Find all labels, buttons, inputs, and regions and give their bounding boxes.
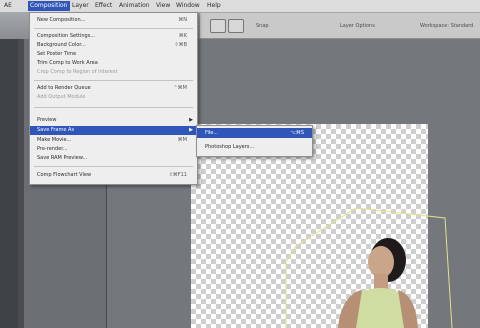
menu-item-trim-comp[interactable]: Trim Comp to Work Area: [30, 59, 197, 68]
menu-item-comp-flowchart[interactable]: Comp Flowchart View ⇧⌘F11: [30, 171, 197, 180]
menu-composition[interactable]: Composition: [28, 1, 70, 11]
save-frame-submenu: File... ⌥⌘S Photoshop Layers...: [196, 125, 313, 157]
menu-item-new-composition[interactable]: New Composition... ⌘N: [30, 16, 197, 25]
menu-item-set-poster-time[interactable]: Set Poster Time: [30, 50, 197, 59]
toolbar-text-2: Layer Options: [340, 23, 375, 29]
tool-icon-2[interactable]: [228, 19, 244, 33]
menu-app[interactable]: AE: [2, 1, 14, 11]
submenu-arrow-icon: ▶: [189, 117, 193, 123]
menu-animation[interactable]: Animation: [117, 1, 152, 11]
menu-item-composition-settings[interactable]: Composition Settings... ⌘K: [30, 32, 197, 41]
tool-icon-1[interactable]: [210, 19, 226, 33]
menu-item-save-frame-as[interactable]: Save Frame As ▶: [30, 126, 197, 135]
menu-layer[interactable]: Layer: [70, 1, 91, 11]
menu-separator: [34, 80, 193, 81]
submenu-item-photoshop-layers[interactable]: Photoshop Layers...: [197, 142, 312, 152]
submenu-item-file[interactable]: File... ⌥⌘S: [197, 128, 312, 138]
menu-item-make-movie[interactable]: Make Movie... ⌘M: [30, 136, 197, 145]
left-dock: [0, 39, 18, 328]
panel-strip: [18, 39, 24, 328]
submenu-arrow-icon: ▶: [189, 127, 193, 133]
menu-effect[interactable]: Effect: [93, 1, 114, 11]
menu-help[interactable]: Help: [205, 1, 223, 11]
menu-item-preview[interactable]: Preview ▶: [30, 116, 197, 125]
composition-menu: New Composition... ⌘N Composition Settin…: [29, 12, 198, 185]
toolbar-text-1: Snap: [256, 23, 269, 29]
menu-item-pre-render[interactable]: Pre-render...: [30, 145, 197, 154]
menu-item-add-render-queue[interactable]: Add to Render Queue ⌃⌘M: [30, 84, 197, 93]
menu-item-background-color[interactable]: Background Color... ⇧⌘B: [30, 41, 197, 50]
toolbar-text-3: Workspace: Standard: [420, 23, 474, 29]
menu-window[interactable]: Window: [174, 1, 202, 11]
menu-item-crop-comp[interactable]: Crop Comp to Region of Interest: [30, 68, 197, 77]
menu-item-add-output-module[interactable]: Add Output Module: [30, 93, 197, 102]
menu-separator: [34, 107, 193, 108]
menu-item-save-ram-preview[interactable]: Save RAM Preview...: [30, 154, 197, 163]
menu-separator: [34, 28, 193, 29]
menu-view[interactable]: View: [154, 1, 172, 11]
menu-separator: [34, 166, 193, 167]
